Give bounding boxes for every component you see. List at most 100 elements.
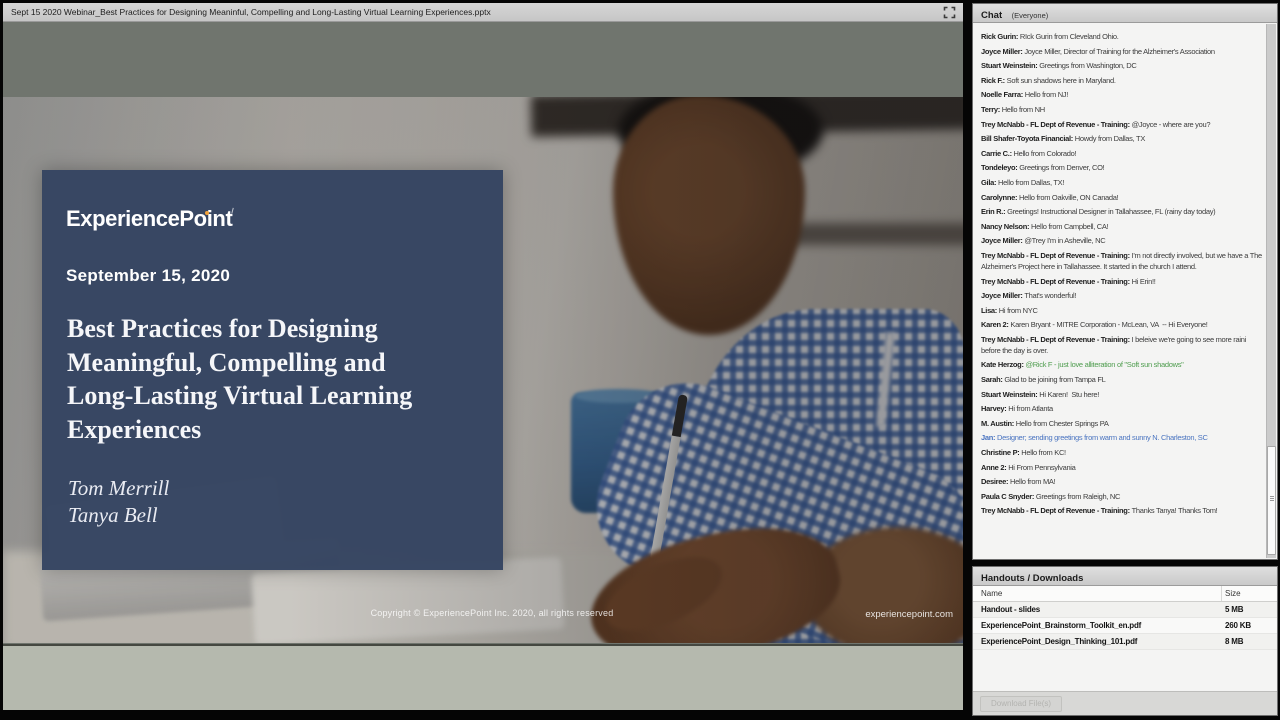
chat-message-sender: M. Austin: (981, 418, 1016, 428)
chat-message-text: RIck Gurin from Cleveland Ohio. (1019, 32, 1119, 41)
chat-message-text: Howdy from Dallas, TX (1074, 134, 1146, 144)
chat-message-sender: Trey McNabb - FL Dept of Revenue - Train… (981, 334, 1132, 344)
presentation-window: Sept 15 2020 Webinar_Best Practices for … (3, 3, 963, 710)
handout-file-row[interactable]: ExperiencePoint_Design_Thinking_101.pdf 8… (973, 634, 1277, 650)
chat-message-sender: Sarah: (981, 375, 1005, 385)
slide-presenters: Tom Merrill Tanya Bell (68, 476, 170, 527)
column-size: Size (1225, 589, 1241, 598)
chat-message: Harvey: Hi from Atlanta (981, 403, 1262, 414)
chat-message-sender: Nancy Nelson: (981, 221, 1031, 231)
slide-title: Best Practices for Designing Meaningful,… (67, 314, 413, 444)
slide-photo: ExperiencePoint September 15, 2020 Best … (3, 97, 963, 643)
chat-message-text: Hi From Pennsylvania (1008, 462, 1076, 472)
chat-message-text: Joyce Miller, Director of Training for t… (1024, 46, 1215, 56)
chat-message: Trey McNabb - FL Dept of Revenue - Train… (981, 276, 1262, 287)
chat-message-sender: Rick Gurin: (981, 32, 1020, 41)
chat-message-text: Hi from NYC (998, 305, 1038, 315)
chat-message-sender: Trey McNabb - FL Dept of Revenue - Train… (981, 250, 1132, 260)
chat-message-sender: Joyce Miller: (981, 236, 1025, 246)
chat-message: Bill Shafer-Toyota Financial: Howdy from… (981, 133, 1262, 144)
chat-message-sender: Carolynne: (981, 192, 1019, 202)
handout-file-row[interactable]: Handout - slides 5 MB (973, 602, 1277, 618)
chat-message: Sarah: Glad to be joining from Tampa FL (981, 374, 1262, 385)
logo-trademark-icon (231, 207, 236, 215)
chat-message: Trey McNabb - FL Dept of Revenue - Train… (981, 334, 1262, 356)
chat-message-text: Hello from NH (1001, 104, 1046, 114)
fullscreen-icon[interactable] (943, 6, 956, 19)
chat-message-text: Hello from Colorado! (1013, 148, 1077, 158)
chat-header: Chat (Everyone) (973, 4, 1277, 23)
chat-message-sender: Trey McNabb - FL Dept of Revenue - Train… (981, 506, 1132, 516)
chat-message: Trey McNabb - FL Dept of Revenue - Train… (981, 505, 1262, 516)
chat-message: Noelle Farra: Hello from NJ! (981, 89, 1262, 100)
chat-panel: Chat (Everyone) Rick Gurin: RIck Gurin f… (972, 3, 1278, 560)
chat-message-text: Hello from NJ! (1024, 90, 1069, 100)
chat-message: Gila: Hello from Dallas, TX! (981, 177, 1262, 188)
chat-message-sender: Paula C Snyder: (981, 491, 1036, 501)
chat-message: Stuart Weinstein: Greetings from Washing… (981, 60, 1262, 71)
download-files-button[interactable]: Download File(s) (980, 696, 1063, 712)
chat-message-text: Hello from MA! (1010, 477, 1056, 487)
chat-message-sender: Stuart Weinstein: (981, 389, 1040, 399)
chat-message-sender: Tondeleyo: (981, 163, 1020, 173)
chat-message-text: @Joyce - where are you? (1131, 119, 1211, 129)
scrollbar-grip-icon (1270, 498, 1274, 500)
chat-message-sender: Stuart Weinstein: (981, 61, 1040, 71)
slide-date: September 15, 2020 (66, 266, 231, 285)
chat-message: Stuart Weinstein: Hi Karen! Stu here! (981, 389, 1262, 400)
handout-file-size: 5 MB (1225, 605, 1244, 614)
chat-message-sender: Harvey: (981, 404, 1009, 414)
column-divider (1221, 586, 1222, 601)
handout-file-size: 8 MB (1225, 637, 1244, 646)
slide-panel: ExperiencePoint September 15, 2020 Best … (42, 170, 503, 570)
handout-file-size: 260 KB (1225, 621, 1251, 630)
chat-message-sender: Carrie C.: (981, 148, 1014, 158)
window-titlebar: Sept 15 2020 Webinar_Best Practices for … (3, 3, 963, 22)
handout-file-row[interactable]: ExperiencePoint_Brainstorm_Toolkit_en.pd… (973, 618, 1277, 634)
chat-scrollbar-thumb[interactable] (1267, 445, 1276, 556)
chat-message-sender: Desiree: (981, 477, 1010, 487)
chat-message-text: Greetings from Denver, CO! (1019, 163, 1105, 173)
chat-message-sender: Anne 2: (981, 462, 1009, 472)
chat-message-text: @Trey I'm in Asheville, NC (1024, 236, 1106, 246)
chat-message-text: Hi Karen! Stu here! (1039, 389, 1100, 399)
chat-message: Terry: Hello from NH (981, 104, 1262, 115)
handouts-column-header: Name Size (973, 586, 1277, 602)
chat-message-text: Karen Bryant - MITRE Corporation - McLea… (1010, 320, 1208, 330)
chat-scrollbar[interactable] (1266, 24, 1276, 558)
chat-message-text: Hello from Campbell, CA! (1030, 221, 1109, 231)
chat-message-text: Hi Erin!! (1131, 276, 1156, 286)
logo-text: ExperiencePoint (66, 206, 233, 231)
chat-message: M. Austin: Hello from Chester Springs PA (981, 418, 1262, 429)
slide-copyright: Copyright © ExperiencePoint Inc. 2020, a… (370, 608, 614, 618)
logo-dot-icon (205, 211, 209, 215)
chat-message-text: @Rick F - just love alliteration of "Sof… (1025, 360, 1184, 370)
handouts-footer: Download File(s) (973, 691, 1277, 715)
column-name: Name (981, 589, 1003, 598)
chat-message: Lisa: Hi from NYC (981, 305, 1262, 316)
chat-message: Carolynne: Hello from Oakville, ON Canad… (981, 192, 1262, 203)
chat-message: Desiree: Hello from MA! (981, 476, 1262, 487)
chat-message-text: Designer; sending greetings from warm an… (997, 433, 1208, 443)
chat-message: Joyce Miller: That's wonderful! (981, 290, 1262, 301)
chat-message-sender: Bill Shafer-Toyota Financial: (981, 134, 1075, 144)
chat-message-sender: Christine P: (981, 448, 1022, 458)
chat-message-sender: Joyce Miller: (981, 46, 1025, 56)
chat-message-text: Hi from Atlanta (1008, 404, 1053, 414)
chat-message-sender: Rick F.: (981, 75, 1007, 85)
chat-message: Jan: Designer; sending greetings from wa… (981, 432, 1262, 443)
window-title: Sept 15 2020 Webinar_Best Practices for … (11, 7, 491, 17)
chat-message: Trey McNabb - FL Dept of Revenue - Train… (981, 250, 1262, 272)
chat-message: Nancy Nelson: Hello from Campbell, CA! (981, 221, 1262, 232)
chat-message-text: Soft sun shadows here in Maryland. (1006, 75, 1116, 85)
chat-message: Rick Gurin: RIck Gurin from Cleveland Oh… (981, 31, 1262, 42)
chat-message-sender: Noelle Farra: (981, 90, 1025, 100)
chat-message-sender: Joyce Miller: (981, 291, 1025, 301)
presentation-margin-bottom (3, 644, 963, 710)
chat-message-sender: Terry: (981, 104, 1002, 114)
handouts-title: Handouts / Downloads (981, 573, 1084, 584)
chat-message-text: Glad to be joining from Tampa FL (1004, 375, 1106, 385)
chat-message: Tondeleyo: Greetings from Denver, CO! (981, 162, 1262, 173)
chat-message-text: Hello from KC! (1021, 448, 1066, 458)
chat-message: Kate Herzog: @Rick F - just love alliter… (981, 359, 1262, 370)
